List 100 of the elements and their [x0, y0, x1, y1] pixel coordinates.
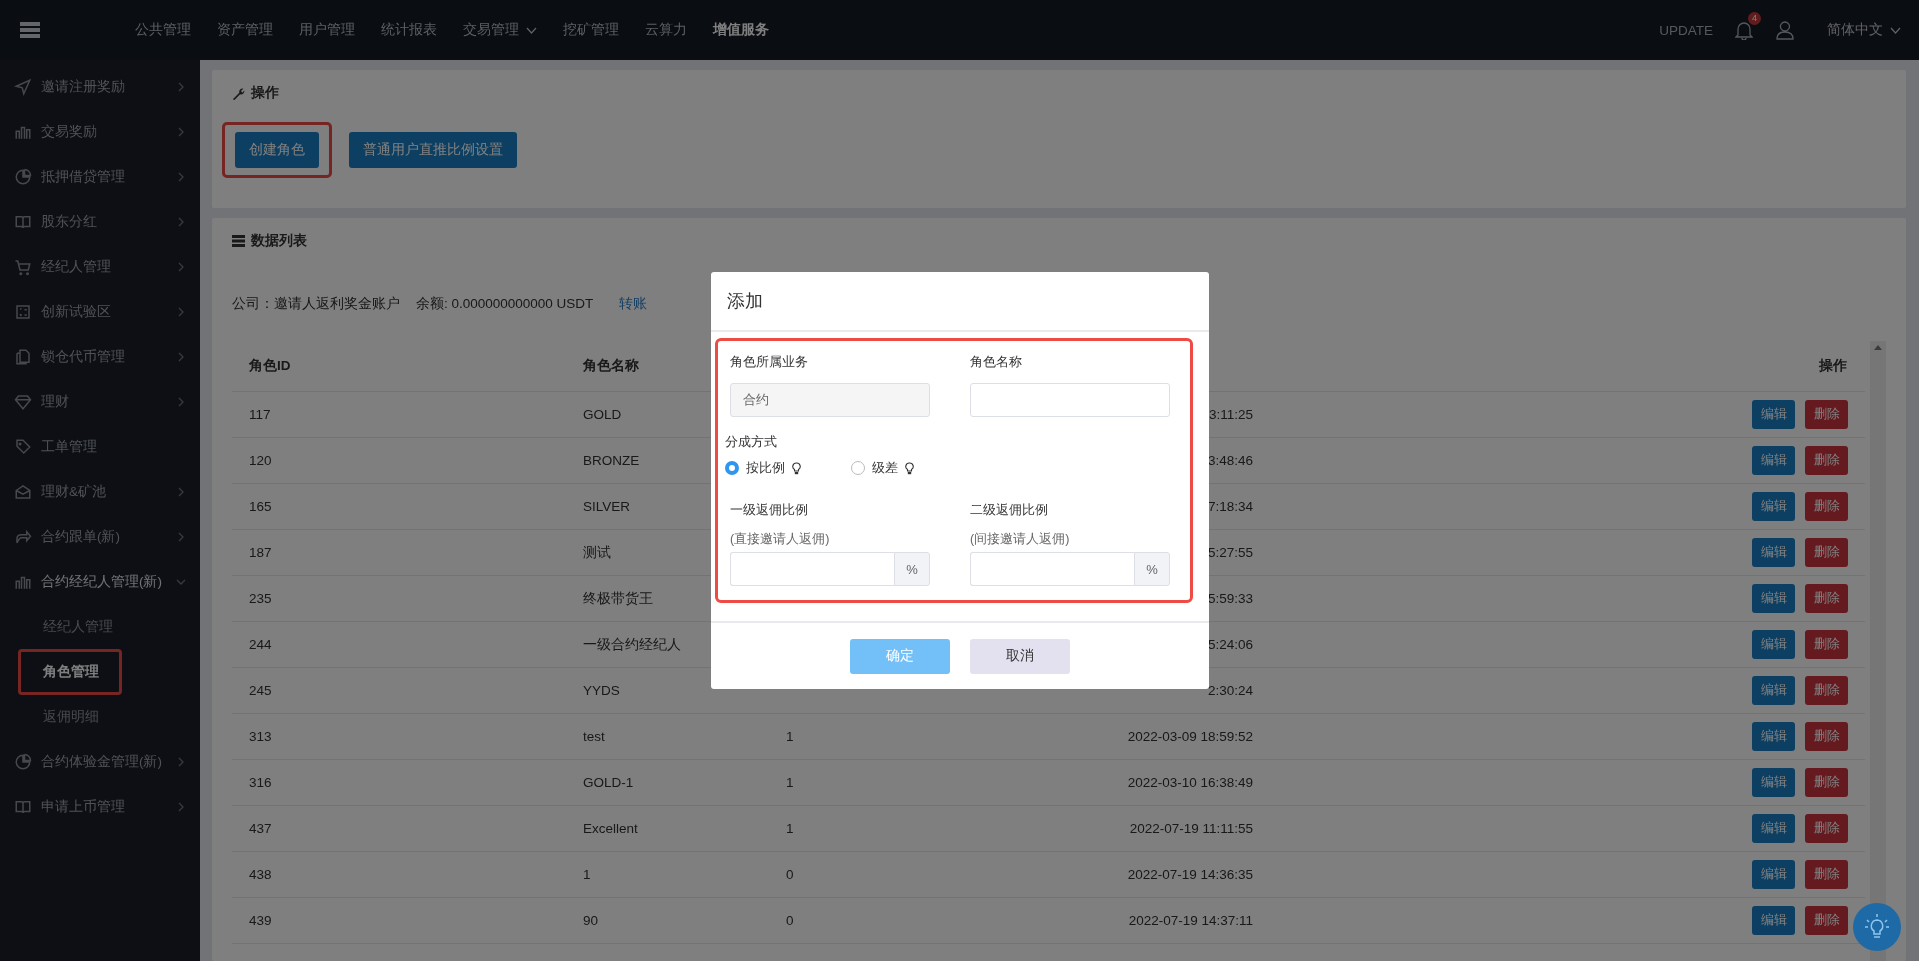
table-cell-text: 1 — [785, 821, 794, 836]
input-field[interactable] — [970, 383, 1170, 417]
delete-button[interactable]: 删除 — [1805, 400, 1848, 429]
share-arrow-icon — [14, 527, 32, 546]
edit-button[interactable]: 编辑 — [1752, 400, 1795, 429]
edit-button[interactable]: 编辑 — [1752, 492, 1795, 521]
cart-icon — [14, 257, 32, 276]
sidebar-item[interactable]: 交易奖励 — [0, 109, 200, 154]
table-cell: 2022-07-19 14:37:11 — [1128, 913, 1253, 928]
edit-button[interactable]: 编辑 — [1752, 676, 1795, 705]
table-cell-text: 120 — [248, 453, 272, 468]
field-hint: (间接邀请人返佣) — [970, 531, 1071, 548]
account-name: 公司：邀请人返利奖金账户 — [232, 295, 400, 313]
chevron-right-icon — [176, 486, 186, 497]
bell-icon[interactable] — [1735, 20, 1753, 40]
scrollbar[interactable] — [1870, 341, 1886, 961]
edit-button[interactable]: 编辑 — [1752, 722, 1795, 751]
nav-item[interactable]: 增值服务 — [700, 0, 782, 60]
pie-chart-icon — [14, 167, 32, 186]
chevron-right-icon — [176, 81, 186, 92]
table-cell-text: 1 — [785, 729, 794, 744]
action-button[interactable]: 普通用户直推比例设置 — [349, 132, 517, 168]
menu-icon[interactable] — [20, 22, 40, 38]
sidebar-item[interactable]: 合约经纪人管理(新) — [0, 559, 200, 604]
table-cell: 2022-07-19 14:36:35 — [1127, 867, 1253, 882]
delete-button[interactable]: 删除 — [1805, 492, 1848, 521]
user-icon[interactable] — [1775, 20, 1795, 40]
panel-title: 操作 — [251, 84, 279, 102]
edit-button[interactable]: 编辑 — [1752, 860, 1795, 889]
edit-button[interactable]: 编辑 — [1752, 446, 1795, 475]
percent-addon: % — [1134, 552, 1170, 586]
sidebar-item[interactable]: 创新试验区 — [0, 289, 200, 334]
column-header: 角色名称 — [582, 357, 639, 375]
copy-icon — [14, 347, 32, 366]
delete-button[interactable]: 删除 — [1805, 722, 1848, 751]
table-cell-text: 1 — [785, 775, 794, 790]
nav-item[interactable]: 资产管理 — [204, 0, 286, 60]
nav-item[interactable]: 交易管理 — [450, 0, 550, 60]
delete-button[interactable]: 删除 — [1805, 814, 1848, 843]
table-cell-text: 一级合约经纪人 — [582, 635, 681, 654]
edit-button[interactable]: 编辑 — [1752, 814, 1795, 843]
edit-button[interactable]: 编辑 — [1752, 538, 1795, 567]
delete-button[interactable]: 删除 — [1805, 584, 1848, 613]
table-cell-text: SILVER — [582, 499, 631, 514]
delete-button[interactable]: 删除 — [1805, 538, 1848, 567]
sidebar-item[interactable]: 股东分红 — [0, 199, 200, 244]
nav-item[interactable]: 公共管理 — [122, 0, 204, 60]
update-link[interactable]: UPDATE — [1659, 22, 1713, 38]
chevron-right-icon — [176, 756, 186, 767]
delete-button[interactable]: 删除 — [1805, 860, 1848, 889]
sidebar-subitem[interactable]: 角色管理 — [18, 648, 122, 695]
table-cell: 2022-03-09 18:59:52 — [1127, 729, 1253, 744]
field-label: 角色所属业务 — [730, 353, 809, 371]
delete-button[interactable]: 删除 — [1805, 446, 1848, 475]
nav-item[interactable]: 云算力 — [632, 0, 700, 60]
nav-item[interactable]: 挖矿管理 — [550, 0, 632, 60]
cancel-button[interactable]: 取消 — [970, 638, 1070, 674]
pie-chart-icon — [14, 752, 32, 771]
chevron-right-icon — [176, 351, 186, 362]
delete-button[interactable]: 删除 — [1805, 630, 1848, 659]
sidebar-item[interactable]: 合约跟单(新) — [0, 514, 200, 559]
radio-button[interactable] — [725, 461, 739, 475]
sidebar-item[interactable]: 邀请注册奖励 — [0, 64, 200, 109]
edit-button[interactable]: 编辑 — [1752, 584, 1795, 613]
language-selector[interactable]: 简体中文 — [1827, 21, 1901, 39]
sidebar-item[interactable]: 抵押借贷管理 — [0, 154, 200, 199]
table-cell-text: YYDS — [582, 683, 620, 698]
table-cell-text: GOLD-1 — [582, 775, 634, 790]
delete-button[interactable]: 删除 — [1805, 676, 1848, 705]
transfer-link[interactable]: 转账 — [619, 295, 648, 313]
edit-button[interactable]: 编辑 — [1752, 768, 1795, 797]
nav-item[interactable]: 用户管理 — [286, 0, 368, 60]
edit-button[interactable]: 编辑 — [1752, 630, 1795, 659]
action-button[interactable]: 创建角色 — [235, 132, 319, 168]
sidebar-item[interactable]: 理财 — [0, 379, 200, 424]
field-label: 角色名称 — [970, 353, 1023, 371]
edit-button[interactable]: 编辑 — [1752, 906, 1795, 935]
input-field[interactable] — [970, 552, 1134, 586]
nav-item[interactable]: 统计报表 — [368, 0, 450, 60]
caret-icon — [1890, 26, 1901, 34]
table-cell: 7:18:34 — [1207, 499, 1253, 514]
arrow-up-icon[interactable] — [1874, 345, 1882, 350]
sidebar-item[interactable]: 经纪人管理 — [0, 244, 200, 289]
panel-title: 数据列表 — [251, 232, 307, 250]
table-cell-text: 0 — [785, 867, 794, 882]
percent-addon: % — [894, 552, 930, 586]
sidebar-item[interactable]: 工单管理 — [0, 424, 200, 469]
input-field[interactable] — [730, 552, 894, 586]
delete-button[interactable]: 删除 — [1805, 768, 1848, 797]
chevron-right-icon — [176, 531, 186, 542]
table-cell-text: 117 — [248, 407, 271, 422]
delete-button[interactable]: 删除 — [1805, 906, 1848, 935]
envelope-icon — [14, 482, 32, 501]
sidebar-item[interactable]: 理财&矿池 — [0, 469, 200, 514]
sidebar-item[interactable]: 锁仓代币管理 — [0, 334, 200, 379]
table-cell-text: 165 — [248, 499, 272, 514]
sidebar-item[interactable]: 合约体验金管理(新) — [0, 739, 200, 784]
chevron-right-icon — [176, 216, 186, 227]
calculator-icon — [14, 302, 32, 321]
field-label: 一级返佣比例 — [730, 501, 809, 519]
